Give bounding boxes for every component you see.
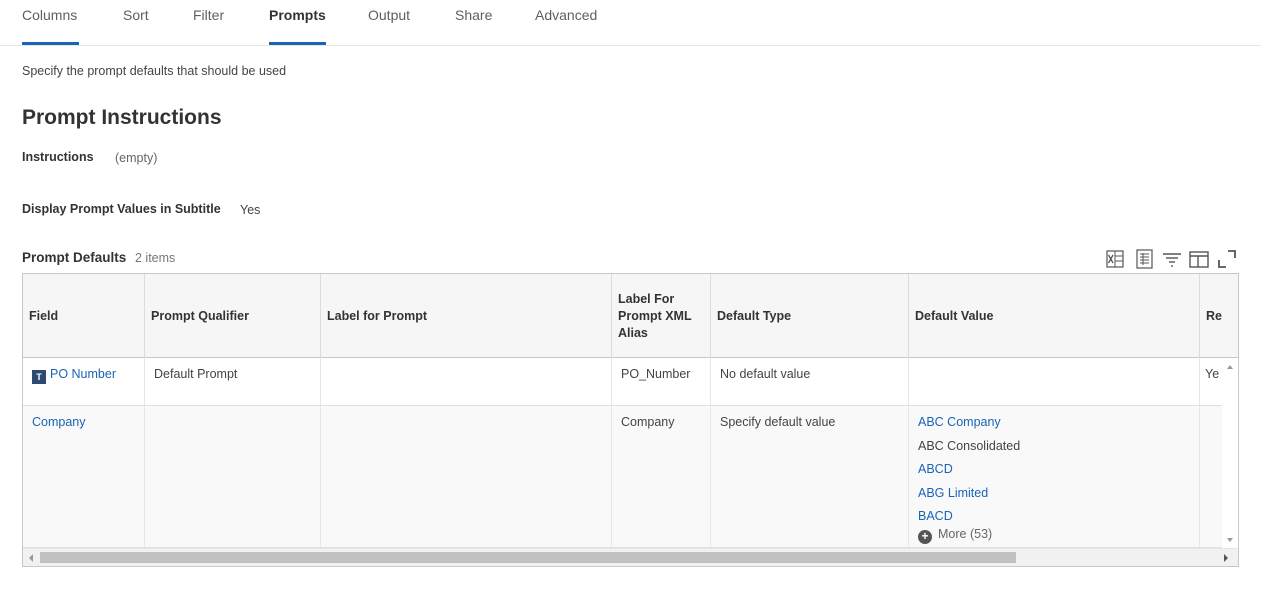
- page-subtitle: Specify the prompt defaults that should …: [22, 64, 287, 78]
- tab-share[interactable]: Share: [455, 7, 492, 45]
- cell-default-value: [909, 358, 1200, 405]
- tab-prompts[interactable]: Prompts: [269, 7, 326, 45]
- default-value-text: ABC Consolidated: [918, 439, 1021, 453]
- prompt-defaults-grid: Field Prompt Qualifier Label for Prompt …: [22, 273, 1239, 567]
- display-prompt-values-value: Yes: [240, 203, 261, 217]
- more-values-button[interactable]: + More (53): [918, 527, 992, 544]
- cell-default-type: Specify default value: [711, 406, 909, 547]
- cell-prompt-qualifier: Default Prompt: [145, 358, 321, 405]
- tab-sort[interactable]: Sort: [123, 7, 149, 45]
- cell-xml-alias: PO_Number: [612, 358, 711, 405]
- cell-label-for-prompt: [321, 406, 612, 547]
- cell-label-for-prompt: [321, 358, 612, 405]
- export-pdf-icon[interactable]: [1134, 248, 1156, 270]
- display-prompt-values-label: Display Prompt Values in Subtitle: [22, 202, 221, 216]
- field-link[interactable]: Company: [32, 415, 86, 429]
- export-excel-icon[interactable]: [1105, 248, 1127, 270]
- grid-toolbar: [1105, 248, 1239, 270]
- grid-title: Prompt Defaults: [22, 250, 127, 265]
- grid-header: Field Prompt Qualifier Label for Prompt …: [23, 274, 1238, 358]
- filter-icon[interactable]: [1161, 248, 1183, 270]
- column-header-default-value[interactable]: Default Value: [909, 274, 1200, 358]
- cell-xml-alias: Company: [612, 406, 711, 547]
- table-row: Company Company Specify default value AB…: [23, 406, 1238, 548]
- column-header-prompt-qualifier[interactable]: Prompt Qualifier: [145, 274, 321, 358]
- tab-output[interactable]: Output: [368, 7, 410, 45]
- cell-field: Company: [23, 406, 145, 547]
- default-value-link[interactable]: ABCD: [918, 462, 953, 476]
- cell-default-value: ABC Company ABC Consolidated ABCD ABG Li…: [909, 406, 1200, 547]
- column-header-default-type[interactable]: Default Type: [711, 274, 909, 358]
- instructions-value: (empty): [115, 151, 158, 165]
- instructions-label: Instructions: [22, 150, 94, 164]
- horizontal-scroll-thumb[interactable]: [40, 552, 1016, 563]
- field-link[interactable]: PO Number: [50, 367, 116, 381]
- column-header-re[interactable]: Re: [1200, 274, 1238, 358]
- table-row: T PO Number Default Prompt PO_Number No d…: [23, 358, 1238, 406]
- default-value-link[interactable]: BACD: [918, 509, 953, 523]
- page-title: Prompt Instructions: [22, 106, 222, 129]
- plus-circle-icon: +: [918, 530, 932, 544]
- tab-columns-indicator: [22, 42, 79, 45]
- text-type-icon: T: [32, 370, 46, 384]
- column-header-field[interactable]: Field: [23, 274, 145, 358]
- cell-field: T PO Number: [23, 358, 145, 405]
- default-value-link[interactable]: ABG Limited: [918, 486, 988, 500]
- vertical-scrollbar[interactable]: [1222, 358, 1238, 548]
- scroll-left-arrow-icon[interactable]: [27, 553, 35, 563]
- tab-columns[interactable]: Columns: [22, 7, 77, 45]
- column-header-xml-alias[interactable]: Label For Prompt XML Alias: [612, 274, 711, 358]
- cell-default-type: No default value: [711, 358, 909, 405]
- horizontal-scrollbar[interactable]: [23, 548, 1238, 566]
- tab-advanced[interactable]: Advanced: [535, 7, 597, 45]
- grid-item-count: 2 items: [135, 251, 176, 265]
- more-values-label: More (53): [938, 527, 993, 541]
- column-layout-icon[interactable]: [1188, 248, 1210, 270]
- tab-bar: Columns Sort Filter Prompts Output Share…: [0, 0, 1261, 46]
- cell-prompt-qualifier: [145, 406, 321, 547]
- default-value-link[interactable]: ABC Company: [918, 415, 1001, 429]
- fullscreen-icon[interactable]: [1216, 248, 1238, 270]
- column-header-label-for-prompt[interactable]: Label for Prompt: [321, 274, 612, 358]
- scroll-right-arrow-icon[interactable]: [1222, 553, 1230, 563]
- tab-filter[interactable]: Filter: [193, 7, 224, 45]
